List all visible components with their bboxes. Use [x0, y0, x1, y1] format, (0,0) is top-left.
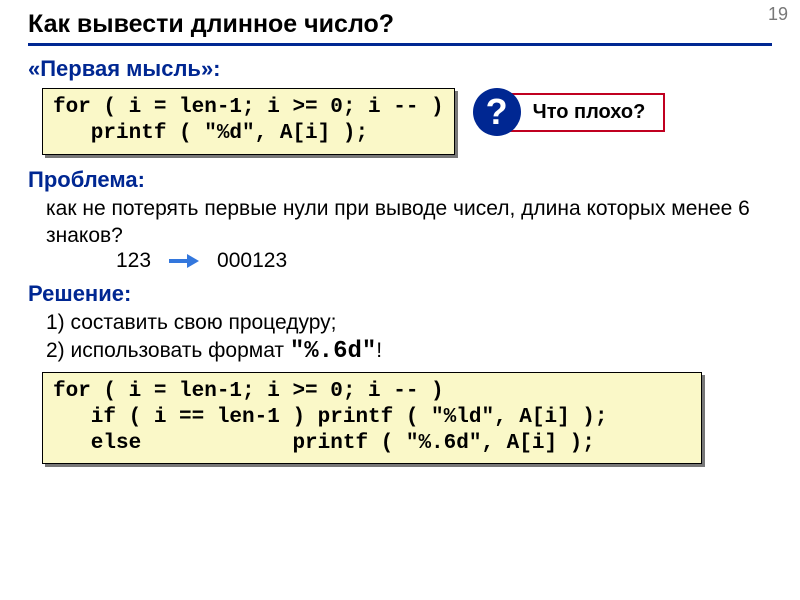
problem-text: как не потерять первые нули при выводе ч…: [46, 195, 772, 250]
section-solution-heading: Решение:: [28, 281, 772, 307]
example-row: 123 000123: [116, 249, 772, 273]
format-string: "%.6d": [290, 338, 376, 365]
section-problem-heading: Проблема:: [28, 167, 772, 193]
first-thought-row: for ( i = len-1; i >= 0; i -- ) printf (…: [28, 84, 772, 165]
page-number: 19: [768, 4, 788, 25]
title-divider: [28, 43, 772, 46]
solution-item-2-prefix: 2) использовать формат: [46, 339, 290, 362]
slide: 19 Как вывести длинное число? «Первая мы…: [0, 0, 800, 464]
solution-item-2-suffix: !: [376, 339, 382, 362]
section-first-thought-heading: «Первая мысль»:: [28, 56, 772, 82]
page-title: Как вывести длинное число?: [28, 10, 772, 39]
callout-box: Что плохо?: [503, 93, 666, 132]
arrow-icon: [169, 255, 199, 267]
solution-item-1: 1) составить свою процедуру;: [46, 309, 772, 336]
callout-group: ? Что плохо?: [473, 88, 666, 136]
solution-item-2: 2) использовать формат "%.6d"!: [46, 336, 772, 367]
question-mark-icon: ?: [473, 88, 521, 136]
code-block-solution: for ( i = len-1; i >= 0; i -- ) if ( i =…: [42, 372, 702, 465]
code-block-first: for ( i = len-1; i >= 0; i -- ) printf (…: [42, 88, 455, 155]
example-right: 000123: [217, 249, 287, 273]
example-left: 123: [116, 249, 151, 273]
